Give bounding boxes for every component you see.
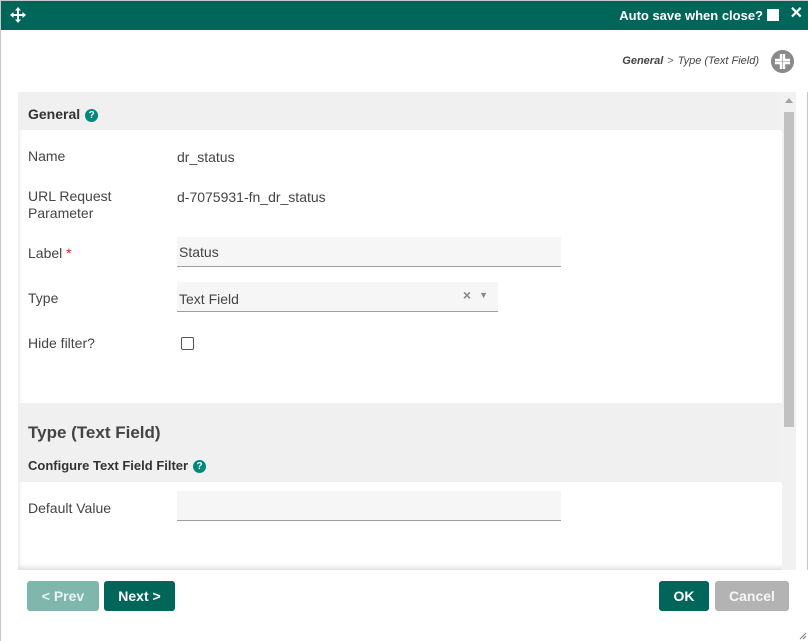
resize-handle-icon[interactable] <box>799 632 807 640</box>
type-label: Type <box>28 290 59 306</box>
default-value-label: Default Value <box>28 500 112 516</box>
configure-filter-title: Configure Text Field Filter? <box>28 458 207 473</box>
type-select-value: Text Field <box>179 291 239 307</box>
close-icon[interactable]: ✕ <box>790 5 803 23</box>
clear-icon[interactable]: × <box>463 287 471 303</box>
move-arrows-icon[interactable] <box>10 7 26 23</box>
breadcrumb-item-general[interactable]: General <box>622 55 663 67</box>
url-request-parameter-value: d-7075931-fn_dr_status <box>177 189 326 205</box>
name-value: dr_status <box>177 149 235 165</box>
next-button[interactable]: Next > <box>104 581 175 611</box>
form-scroll-area[interactable]: General? Name dr_status URL Request Para… <box>18 92 796 570</box>
cancel-button[interactable]: Cancel <box>715 581 789 611</box>
name-label: Name <box>28 148 66 164</box>
collapse-icon[interactable] <box>771 50 794 73</box>
hide-filter-label: Hide filter? <box>28 335 95 351</box>
autosave-label: Auto save when close? <box>619 8 763 23</box>
type-section-header: Type (Text Field) Configure Text Field F… <box>18 403 782 482</box>
hide-filter-checkbox[interactable] <box>181 337 194 350</box>
url-request-parameter-label: URL Request Parameter <box>28 188 112 221</box>
required-marker: * <box>66 245 72 261</box>
breadcrumb-separator: > <box>667 55 674 67</box>
prev-button[interactable]: < Prev <box>27 581 99 611</box>
label-field-label: Label * <box>28 245 72 261</box>
type-select[interactable]: Text Field × ▼ <box>177 282 498 312</box>
chevron-down-icon[interactable]: ▼ <box>479 290 488 300</box>
help-icon[interactable]: ? <box>85 109 99 122</box>
filter-properties-dialog: Auto save when close? ✕ General > Type (Te… <box>0 0 808 641</box>
autosave-checkbox[interactable] <box>767 9 779 21</box>
help-icon[interactable]: ? <box>193 460 207 473</box>
scroll-up-icon[interactable] <box>785 98 793 103</box>
breadcrumb-item-type[interactable]: Type (Text Field) <box>678 55 759 67</box>
default-value-input[interactable] <box>177 491 561 521</box>
general-section-header: General? <box>18 92 782 130</box>
breadcrumb: General > Type (Text Field) <box>622 55 759 67</box>
breadcrumb-bar: General > Type (Text Field) <box>1 30 808 92</box>
general-section-title: General? <box>28 106 99 122</box>
type-section-title: Type (Text Field) <box>28 423 161 442</box>
scrollbar-thumb[interactable] <box>784 112 794 427</box>
label-input[interactable] <box>177 237 561 267</box>
dialog-titlebar[interactable]: Auto save when close? ✕ <box>1 1 808 30</box>
vertical-scrollbar[interactable] <box>782 92 796 570</box>
dialog-footer: < Prev Next > OK Cancel <box>1 570 808 641</box>
ok-button[interactable]: OK <box>659 581 709 611</box>
